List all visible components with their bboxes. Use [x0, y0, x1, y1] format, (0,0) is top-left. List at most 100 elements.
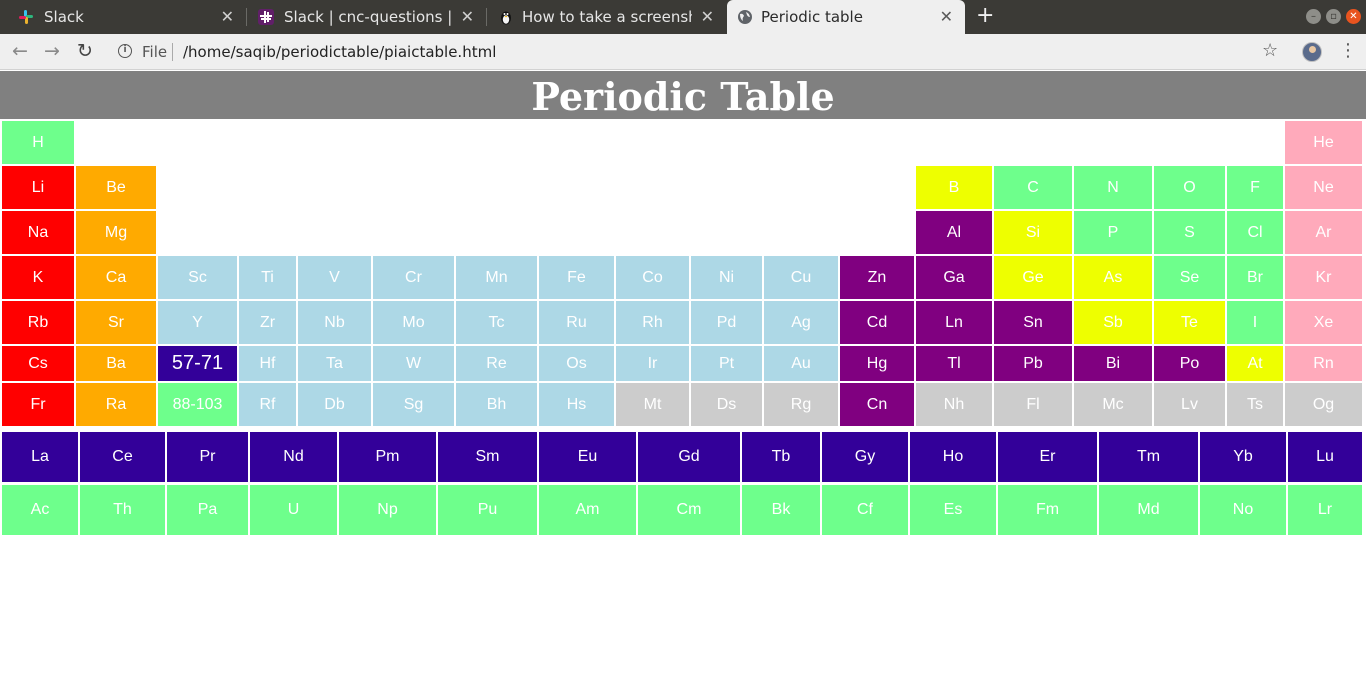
page-header: Periodic Table	[0, 71, 1366, 119]
url-scheme: File	[142, 43, 168, 61]
element-cell-bi: Bi	[1074, 346, 1152, 381]
element-cell-y: Y	[158, 301, 237, 344]
element-cell-te: Te	[1154, 301, 1225, 344]
element-cell-og: Og	[1285, 383, 1362, 426]
element-cell-be: Be	[76, 166, 156, 209]
forward-arrow-icon[interactable]: →	[44, 40, 60, 62]
element-cell-pd: Pd	[691, 301, 762, 344]
bookmark-star-icon[interactable]: ☆	[1262, 40, 1278, 61]
element-cell-al: Al	[916, 211, 992, 254]
minimize-icon[interactable]: –	[1306, 9, 1321, 24]
element-cell-o: O	[1154, 166, 1225, 209]
element-cell-hg: Hg	[840, 346, 914, 381]
close-icon[interactable]: ✕	[940, 7, 953, 26]
element-cell-as: As	[1074, 256, 1152, 299]
element-cell-nh: Nh	[916, 383, 992, 426]
element-cell-f: F	[1227, 166, 1283, 209]
element-cell-at: At	[1227, 346, 1283, 381]
element-cell-rb: Rb	[2, 301, 74, 344]
element-cell-ag: Ag	[764, 301, 838, 344]
element-cell-s: S	[1154, 211, 1225, 254]
element-cell-pt: Pt	[691, 346, 762, 381]
url-separator	[172, 43, 173, 61]
lanthanide-cell-gd: Gd	[638, 432, 740, 482]
address-bar[interactable]: /home/saqib/periodictable/piaictable.htm…	[183, 43, 496, 61]
element-cell-tc: Tc	[456, 301, 537, 344]
element-cell-db: Db	[298, 383, 371, 426]
avatar[interactable]	[1302, 42, 1322, 62]
actinide-cell-am: Am	[539, 485, 636, 535]
element-cell-tl: Tl	[916, 346, 992, 381]
element-cell-ds: Ds	[691, 383, 762, 426]
actinide-cell-np: Np	[339, 485, 436, 535]
element-cell-n: N	[1074, 166, 1152, 209]
element-cell-se: Se	[1154, 256, 1225, 299]
element-cell-88-103: 88-103	[158, 383, 237, 426]
new-tab-button[interactable]: +	[976, 3, 994, 28]
lanthanide-cell-lu: Lu	[1288, 432, 1362, 482]
close-icon[interactable]: ✕	[701, 7, 714, 26]
element-cell-sr: Sr	[76, 301, 156, 344]
element-cell-mt: Mt	[616, 383, 689, 426]
element-cell-he: He	[1285, 121, 1362, 164]
element-cell-lv: Lv	[1154, 383, 1225, 426]
lanthanide-cell-ho: Ho	[910, 432, 996, 482]
browser-toolbar: ← → ↻ i File /home/saqib/periodictable/p…	[0, 34, 1366, 70]
actinide-cell-th: Th	[80, 485, 165, 535]
element-cell-ta: Ta	[298, 346, 371, 381]
element-cell-sc: Sc	[158, 256, 237, 299]
lanthanide-cell-eu: Eu	[539, 432, 636, 482]
element-cell-ra: Ra	[76, 383, 156, 426]
element-cell-ir: Ir	[616, 346, 689, 381]
close-window-icon[interactable]: ✕	[1346, 9, 1361, 24]
element-cell-cd: Cd	[840, 301, 914, 344]
actinide-cell-pa: Pa	[167, 485, 248, 535]
element-cell-ar: Ar	[1285, 211, 1362, 254]
slack-icon	[19, 10, 33, 24]
reload-icon[interactable]: ↻	[77, 40, 93, 62]
actinide-cell-fm: Fm	[998, 485, 1097, 535]
element-cell-hf: Hf	[239, 346, 296, 381]
element-cell-ti: Ti	[239, 256, 296, 299]
element-cell-b: B	[916, 166, 992, 209]
tab-periodic-table[interactable]: Periodic table ✕	[727, 0, 965, 34]
element-cell-br: Br	[1227, 256, 1283, 299]
element-cell-ne: Ne	[1285, 166, 1362, 209]
tab-slack-cnc[interactable]: Slack | cnc-questions | PIAIC ✕	[246, 0, 486, 34]
element-cell-mg: Mg	[76, 211, 156, 254]
element-cell-sn: Sn	[994, 301, 1072, 344]
element-cell-nb: Nb	[298, 301, 371, 344]
close-icon[interactable]: ✕	[461, 7, 474, 26]
close-icon[interactable]: ✕	[221, 7, 234, 26]
lanthanide-cell-tm: Tm	[1099, 432, 1198, 482]
actinide-cell-bk: Bk	[742, 485, 820, 535]
element-cell-mc: Mc	[1074, 383, 1152, 426]
maximize-icon[interactable]: ▫	[1326, 9, 1341, 24]
lanthanide-cell-pm: Pm	[339, 432, 436, 482]
element-cell-sg: Sg	[373, 383, 454, 426]
lanthanide-cell-yb: Yb	[1200, 432, 1286, 482]
lanthanide-cell-sm: Sm	[438, 432, 537, 482]
tab-slack[interactable]: Slack ✕	[0, 0, 246, 34]
menu-icon[interactable]: ⋮	[1339, 40, 1357, 61]
element-cell-cs: Cs	[2, 346, 74, 381]
element-cell-ru: Ru	[539, 301, 614, 344]
element-cell-ts: Ts	[1227, 383, 1283, 426]
tab-title: Slack | cnc-questions | PIAIC	[284, 8, 452, 26]
element-cell-si: Si	[994, 211, 1072, 254]
element-cell-ln: Ln	[916, 301, 992, 344]
tab-screenshot[interactable]: How to take a screenshot ✕	[486, 0, 726, 34]
info-icon[interactable]: i	[118, 44, 132, 58]
element-cell-re: Re	[456, 346, 537, 381]
element-cell-au: Au	[764, 346, 838, 381]
element-cell-ge: Ge	[994, 256, 1072, 299]
lanthanide-cell-nd: Nd	[250, 432, 337, 482]
tab-title: Periodic table	[761, 8, 863, 26]
back-arrow-icon[interactable]: ←	[12, 40, 28, 62]
actinide-cell-lr: Lr	[1288, 485, 1362, 535]
element-cell-w: W	[373, 346, 454, 381]
element-cell-sb: Sb	[1074, 301, 1152, 344]
tab-title: How to take a screenshot	[522, 8, 692, 26]
element-cell-xe: Xe	[1285, 301, 1362, 344]
element-cell-mo: Mo	[373, 301, 454, 344]
